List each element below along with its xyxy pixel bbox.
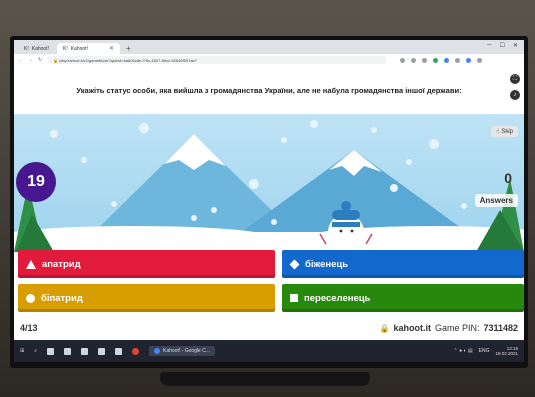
kahoot-favicon-icon: K! xyxy=(62,45,68,52)
question-text: Укажіть статус особи, яка вийшла з грома… xyxy=(76,85,462,95)
windows-taskbar: ⊞ ⌕ Kahoot! - Google C... ⌃ ● ◐ ▤ ENG 13… xyxy=(14,340,524,362)
menu-icon[interactable] xyxy=(477,57,483,63)
answer-option-2[interactable]: біженець xyxy=(282,250,524,278)
new-tab-button[interactable]: + xyxy=(122,43,135,54)
app-icon[interactable] xyxy=(64,347,72,355)
answer-label: біпатрид xyxy=(41,292,83,304)
lock-icon: 🔒 xyxy=(379,323,390,333)
answer-option-1[interactable]: апатрид xyxy=(18,250,275,278)
monitor-stand xyxy=(160,372,370,386)
extension-icons xyxy=(400,57,483,63)
language-indicator[interactable]: ENG xyxy=(479,348,490,354)
kahoot-favicon-icon: K! xyxy=(24,45,29,52)
circle-icon xyxy=(26,293,35,303)
maximize-icon[interactable]: ☐ xyxy=(500,42,505,49)
extension-icon[interactable] xyxy=(444,57,450,63)
screen: K! Kahoot! K! Kahoot! ✕ + ─ ☐ ✕ ← → ↻ 🔒 … xyxy=(14,40,524,362)
answer-option-3[interactable]: біпатрид xyxy=(18,284,275,312)
task-view-icon[interactable] xyxy=(47,347,55,355)
browser-tab-2[interactable]: K! Kahoot! ✕ xyxy=(56,43,120,54)
game-pin-area: 🔒 kahoot.it Game PIN: 7311482 xyxy=(379,323,518,333)
extension-icon[interactable] xyxy=(400,57,406,63)
game-scene: ☝ Skip 19 0 Answers xyxy=(14,114,524,252)
chrome-icon xyxy=(154,348,161,354)
clock[interactable]: 13:15 18.02.2021 xyxy=(495,346,518,356)
sound-icon[interactable]: ♪ xyxy=(510,90,520,100)
hand-cursor-icon: ☝ xyxy=(496,129,500,135)
opera-icon[interactable] xyxy=(132,347,140,355)
url-field[interactable]: 🔒 play.kahoot.it/v2/gameblock?quizId=ba6… xyxy=(47,56,388,64)
close-tab-icon[interactable]: ✕ xyxy=(109,45,114,52)
reload-icon[interactable]: ↻ xyxy=(38,57,42,63)
pin-value: 7311482 xyxy=(483,323,518,333)
skip-button[interactable]: ☝ Skip xyxy=(491,126,518,137)
browser-tab-strip: K! Kahoot! K! Kahoot! ✕ + ─ ☐ ✕ xyxy=(14,40,524,54)
taskbar-app-label: Kahoot! - Google C... xyxy=(163,348,210,354)
tab-label: Kahoot! xyxy=(70,45,88,52)
game-footer: 4/13 🔒 kahoot.it Game PIN: 7311482 xyxy=(14,316,524,340)
close-window-icon[interactable]: ✕ xyxy=(513,42,518,49)
triangle-icon xyxy=(26,259,36,269)
site-name: kahoot.it xyxy=(393,323,431,333)
address-bar: ← → ↻ 🔒 play.kahoot.it/v2/gameblock?quiz… xyxy=(14,54,524,66)
answer-option-4[interactable]: переселенець xyxy=(282,284,524,312)
app-icon[interactable] xyxy=(81,347,89,355)
app-icon[interactable] xyxy=(115,347,123,355)
window-controls: ─ ☐ ✕ xyxy=(487,42,518,49)
search-icon[interactable]: ⌕ xyxy=(34,348,37,354)
tray-icons[interactable]: ⌃ ● ◐ ▤ xyxy=(454,348,473,354)
url-text: play.kahoot.it/v2/gameblock?quizId=ba606… xyxy=(59,57,197,63)
answer-label: переселенець xyxy=(304,292,371,304)
browser-tab-1[interactable]: K! Kahoot! xyxy=(18,43,55,54)
answer-label: біженець xyxy=(305,258,349,270)
extension-icon[interactable] xyxy=(433,57,439,63)
answer-grid: апатрид біженець біпатрид переселенець xyxy=(18,250,524,314)
app-icon[interactable] xyxy=(98,347,106,355)
answers-count: 0 xyxy=(504,170,512,186)
fullscreen-icon[interactable]: ⛶ xyxy=(510,74,520,84)
extension-icon[interactable] xyxy=(411,57,417,63)
back-icon[interactable]: ← xyxy=(18,57,23,63)
answers-label: Answers xyxy=(474,194,518,207)
answer-label: апатрид xyxy=(42,258,81,270)
system-tray: ⌃ ● ◐ ▤ ENG 13:15 18.02.2021 xyxy=(454,346,519,356)
forward-icon[interactable]: → xyxy=(28,57,33,63)
star-icon[interactable] xyxy=(422,57,428,63)
diamond-icon xyxy=(289,259,300,269)
profile-avatar[interactable] xyxy=(466,57,472,63)
question-header: Укажіть статус особи, яка вийшла з грома… xyxy=(14,66,524,114)
question-progress: 4/13 xyxy=(20,323,38,333)
square-icon xyxy=(290,294,298,302)
countdown-timer: 19 xyxy=(16,162,56,202)
extension-icon[interactable] xyxy=(455,57,461,63)
tab-label: Kahoot! xyxy=(31,45,49,52)
winter-scene-illustration xyxy=(14,120,524,252)
taskbar-chrome-app[interactable]: Kahoot! - Google C... xyxy=(149,346,215,356)
skip-label: Skip xyxy=(501,129,513,135)
minimize-icon[interactable]: ─ xyxy=(487,42,491,49)
clock-date: 18.02.2021 xyxy=(495,351,518,356)
windows-start-icon[interactable]: ⊞ xyxy=(20,348,24,354)
pin-label: Game PIN: xyxy=(434,323,480,333)
